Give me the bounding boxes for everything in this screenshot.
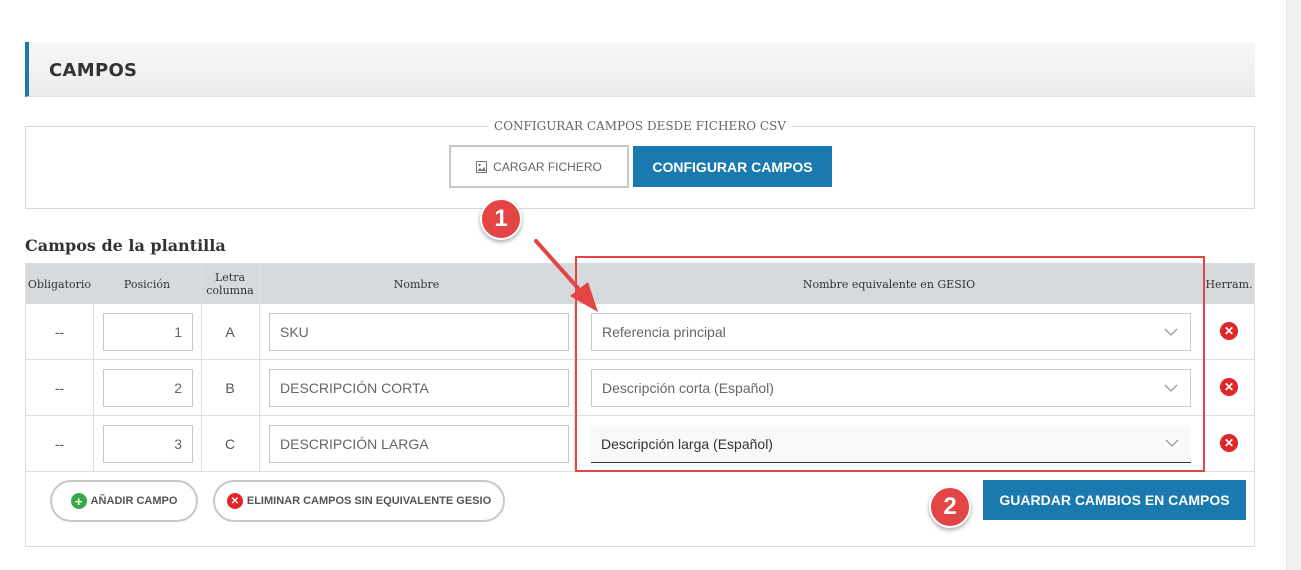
plus-icon: + bbox=[70, 493, 87, 509]
add-field-button[interactable]: + AÑADIR CAMPO bbox=[50, 480, 198, 522]
upload-file-label: CARGAR FICHERO bbox=[493, 159, 602, 174]
row2-delete-icon[interactable]: ✕ bbox=[1220, 378, 1238, 396]
add-field-label: AÑADIR CAMPO bbox=[90, 495, 178, 507]
configure-fields-button[interactable]: CONFIGURAR CAMPOS bbox=[633, 146, 832, 187]
row2-name-input[interactable]: DESCRIPCIÓN CORTA bbox=[269, 369, 569, 407]
row1-mandatory: -- bbox=[54, 323, 65, 340]
header-position: Posición bbox=[123, 277, 171, 291]
section-title: CAMPOS bbox=[49, 60, 138, 81]
csv-legend: CONFIGURAR CAMPOS DESDE FICHERO CSV bbox=[488, 119, 792, 133]
row3-letter: C bbox=[224, 435, 236, 452]
row2-mandatory: -- bbox=[54, 379, 65, 396]
annotation-badge-2: 2 bbox=[929, 486, 971, 528]
save-fields-button[interactable]: GUARDAR CAMBIOS EN CAMPOS bbox=[983, 480, 1246, 520]
image-file-icon bbox=[476, 160, 488, 173]
remove-unmatched-fields-button[interactable]: ✕ ELIMINAR CAMPOS SIN EQUIVALENTE GESIO bbox=[213, 480, 505, 522]
header-name: Nombre bbox=[393, 277, 440, 291]
row3-position-input[interactable]: 3 bbox=[103, 425, 193, 463]
remove-icon: ✕ bbox=[226, 493, 243, 509]
row1-delete-icon[interactable]: ✕ bbox=[1220, 322, 1238, 340]
row3-name-input[interactable]: DESCRIPCIÓN LARGA bbox=[269, 425, 569, 463]
upload-file-button[interactable]: CARGAR FICHERO bbox=[449, 145, 629, 188]
remove-unmatched-label: ELIMINAR CAMPOS SIN EQUIVALENTE GESIO bbox=[246, 495, 492, 507]
row2-position-input[interactable]: 2 bbox=[103, 369, 193, 407]
header-mandatory: Obligatorio bbox=[27, 277, 92, 291]
csv-config-panel: CONFIGURAR CAMPOS DESDE FICHERO CSV CARG… bbox=[25, 119, 1255, 209]
row3-delete-icon[interactable]: ✕ bbox=[1220, 434, 1238, 452]
row2-letter: B bbox=[225, 379, 235, 396]
section-header: CAMPOS bbox=[25, 42, 1255, 97]
row3-mandatory: -- bbox=[54, 435, 65, 452]
row1-position-input[interactable]: 1 bbox=[103, 313, 193, 351]
annotation-highlight-box bbox=[575, 256, 1205, 472]
template-fields-title: Campos de la plantilla bbox=[25, 236, 226, 255]
vertical-scrollbar[interactable] bbox=[1286, 0, 1301, 570]
row1-name-input[interactable]: SKU bbox=[269, 313, 569, 351]
row1-letter: A bbox=[225, 323, 235, 340]
annotation-badge-1: 1 bbox=[480, 198, 522, 240]
header-column-letter: Letra columna bbox=[206, 271, 254, 297]
header-tools: Herram. bbox=[1205, 277, 1253, 291]
